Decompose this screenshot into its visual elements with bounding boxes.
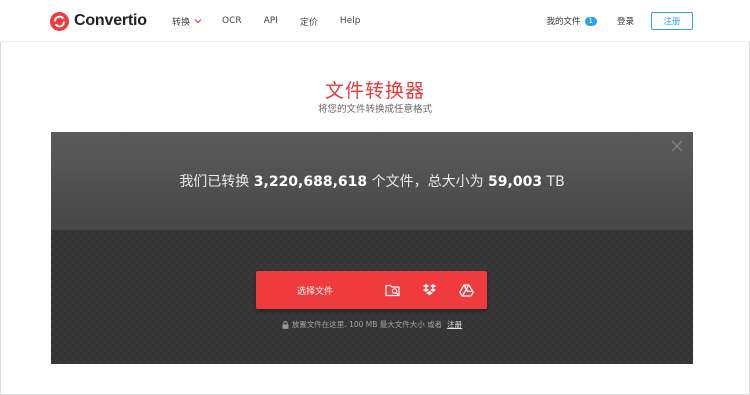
stats-banner: 我们已转换 3,220,688,618 个文件，总大小为 59,003 TB: [51, 132, 693, 230]
nav-ocr[interactable]: OCR: [222, 16, 242, 26]
upload-from-computer-button[interactable]: [374, 271, 411, 309]
close-icon[interactable]: [671, 140, 683, 152]
upload-hint-register-link[interactable]: 注册: [447, 319, 462, 330]
folder-search-icon: [384, 284, 400, 297]
nav-ocr-label: OCR: [222, 16, 242, 26]
my-files-label: 我的文件: [546, 17, 581, 27]
register-button[interactable]: 注册: [651, 12, 693, 30]
nav-convert-label: 转换: [172, 17, 191, 28]
upload-from-dropbox-button[interactable]: [411, 271, 448, 309]
nav-help-label: Help: [339, 16, 361, 26]
upload-from-google-drive-button[interactable]: [448, 271, 485, 309]
top-header: Convertio 转换 OCR API 定价 Help 我的文件 1 登录 注…: [0, 0, 750, 42]
lock-icon: [282, 320, 289, 329]
choose-files-button[interactable]: 选择文件: [256, 271, 374, 309]
login-link[interactable]: 登录: [617, 15, 634, 27]
stats-total-size: 59,003: [488, 174, 543, 190]
nav-help[interactable]: Help: [340, 16, 361, 26]
logo-text: Convertio: [74, 12, 147, 29]
convertio-logo-icon: [50, 11, 69, 31]
dropbox-icon: [423, 284, 436, 296]
upload-hint: 放置文件在这里. 100 MB 最大文件大小 或者 注册: [51, 319, 693, 330]
upload-hint-text: 放置文件在这里. 100 MB 最大文件大小 或者: [291, 320, 443, 329]
nav-convert[interactable]: 转换: [172, 15, 202, 28]
google-drive-icon: [459, 283, 474, 297]
nav-pricing[interactable]: 定价: [300, 15, 318, 28]
stats-prefix: 我们已转换: [179, 174, 250, 190]
main-nav: 转换 OCR API 定价 Help: [172, 14, 382, 28]
nav-pricing-label: 定价: [299, 17, 318, 28]
stats-middle: 个文件，总大小为: [371, 174, 484, 190]
chevron-down-icon: [194, 19, 202, 24]
conversion-stats: 我们已转换 3,220,688,618 个文件，总大小为 59,003 TB: [51, 171, 693, 191]
my-files-link[interactable]: 我的文件 1: [547, 15, 597, 27]
page-title: 文件转换器: [324, 80, 425, 102]
nav-api-label: API: [263, 16, 278, 26]
page-subtitle: 将您的文件转换成任意格式: [317, 104, 432, 115]
my-files-count-badge: 1: [584, 16, 597, 26]
converter-panel: 我们已转换 3,220,688,618 个文件，总大小为 59,003 TB 选…: [51, 132, 693, 364]
account-nav: 我的文件 1 登录 注册: [547, 12, 693, 30]
nav-api[interactable]: API: [264, 16, 278, 26]
logo[interactable]: Convertio: [50, 11, 147, 31]
stats-files-count: 3,220,688,618: [253, 174, 368, 190]
upload-bar: 选择文件: [256, 271, 487, 309]
stats-unit: TB: [546, 174, 565, 190]
